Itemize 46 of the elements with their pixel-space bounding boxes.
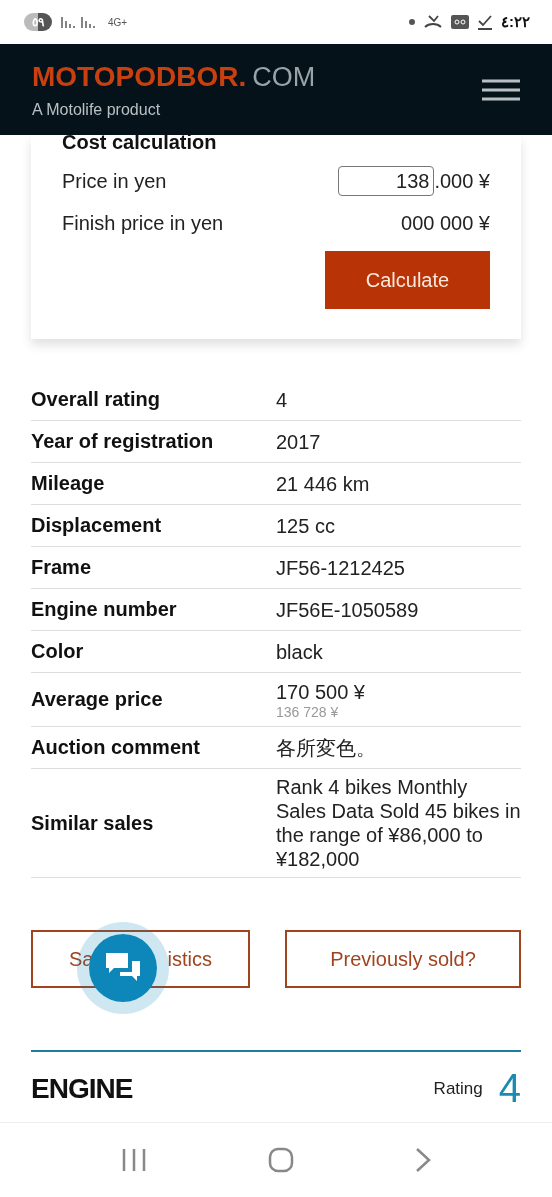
- voicemail-icon: [451, 15, 469, 29]
- spec-label: Mileage: [31, 472, 106, 495]
- dot-icon: [409, 19, 415, 25]
- spec-label: Engine number: [31, 598, 178, 621]
- recent-apps-icon[interactable]: [120, 1148, 147, 1172]
- back-icon[interactable]: [415, 1147, 432, 1173]
- spec-subvalue: 136 728 ¥: [276, 703, 340, 720]
- spec-value: 21 446 km: [276, 471, 371, 496]
- section-title: ENGINE: [31, 1072, 133, 1105]
- rating-label: Rating: [433, 1078, 483, 1099]
- field-label: Finish price in yen: [62, 212, 224, 235]
- spec-value: 125 cc: [276, 513, 336, 538]
- finish-price: 000 000 ¥: [401, 212, 490, 235]
- spec-label: Color: [31, 640, 85, 663]
- network-type: 4G+: [108, 16, 128, 28]
- action-button[interactable]: Previously sold?: [285, 930, 521, 988]
- missed-call-icon: [423, 14, 443, 30]
- battery-indicator: ٥٩: [24, 13, 52, 31]
- spec-value: 各所変色。: [276, 735, 377, 760]
- spec-label: Average price: [31, 688, 164, 711]
- calculate-button[interactable]: Calculate: [325, 251, 490, 309]
- rating-value: 4: [498, 1066, 521, 1111]
- home-icon[interactable]: [268, 1147, 294, 1173]
- spec-value: black: [276, 639, 324, 664]
- spec-value: 170 500 ¥: [276, 679, 366, 704]
- price-field[interactable]: 138: [338, 166, 435, 196]
- logo-suffix: COM: [252, 61, 316, 93]
- spec-label: Displacement: [31, 514, 163, 537]
- tagline: A Motolife product: [32, 100, 162, 119]
- clock: ٤:٢٢: [501, 13, 530, 31]
- spec-value: JF56E-1050589: [276, 597, 420, 622]
- card-title: Cost calculation: [62, 131, 218, 154]
- spec-value: JF56-1212425: [276, 555, 406, 580]
- spec-value: 4: [276, 387, 289, 412]
- spec-label: Auction comment: [31, 736, 201, 759]
- spec-label: Frame: [31, 556, 93, 579]
- spec-label: Year of registration: [31, 430, 215, 453]
- check-icon: [477, 14, 493, 30]
- logo[interactable]: MOTOPODBOR.: [32, 60, 247, 93]
- spec-label: Similar sales: [31, 811, 155, 835]
- price-suffix: .000 ¥: [434, 169, 490, 193]
- spec-label: Overall rating: [31, 388, 161, 411]
- spec-value: Rank 4 bikes Monthly Sales Data Sold 45 bikes in the range of ¥86,000 to ¥182,000: [276, 775, 521, 871]
- menu-icon[interactable]: [482, 78, 520, 101]
- field-label: Price in yen: [62, 169, 167, 193]
- spec-value: 2017: [276, 429, 322, 454]
